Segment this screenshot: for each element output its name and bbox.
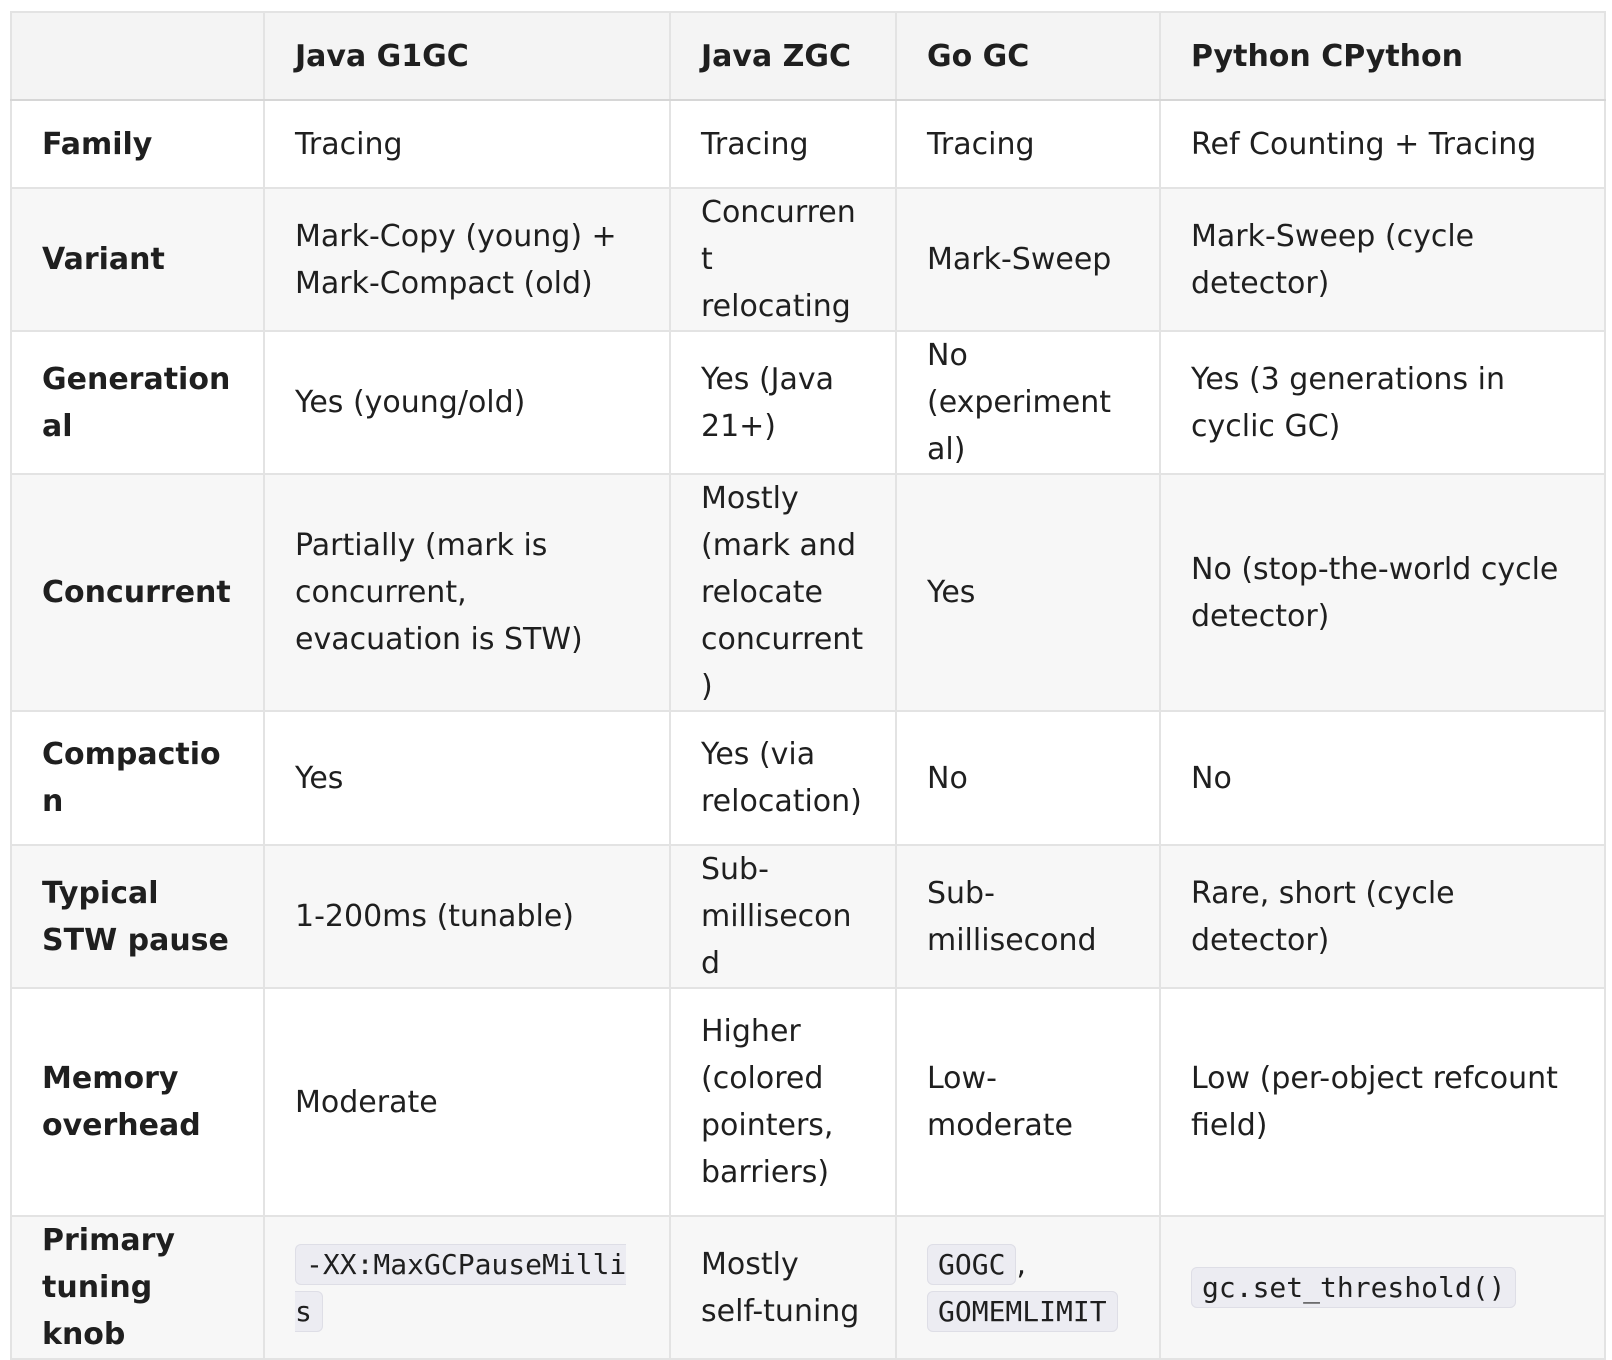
code-separator: , [1016,1246,1026,1282]
row-compaction: Compaction Yes Yes (via relocation) No N… [10,710,1606,846]
cell-variant-zgc: Concurrent relocating [669,187,897,332]
header-row: Java G1GC Java ZGC Go GC Python CPython [10,11,1606,101]
cell-concurrent-g1gc: Partially (mark is concurrent, evacuatio… [263,473,671,712]
cell-tuning-go: GOGC, GOMEMLIMIT [895,1215,1161,1360]
row-tuning-knob: Primary tuning knob -XX:MaxGCPauseMillis… [10,1215,1606,1360]
code-gomemlimit: GOMEMLIMIT [927,1290,1118,1332]
header-empty [10,11,265,101]
cell-pause-g1gc: 1-200ms (tunable) [263,844,671,989]
cell-variant-g1gc: Mark-Copy (young) + Mark-Compact (old) [263,187,671,332]
cell-tuning-python: gc.set_threshold() [1159,1215,1606,1360]
code-gogc: GOGC [927,1243,1017,1285]
row-label-generational: Generational [10,330,265,475]
cell-memory-zgc: Higher (colored pointers, barriers) [669,987,897,1217]
header-java-zgc: Java ZGC [669,11,897,101]
cell-family-zgc: Tracing [669,99,897,189]
cell-concurrent-zgc: Mostly (mark and relocate concurrent) [669,473,897,712]
row-label-memory-overhead: Memory overhead [10,987,265,1217]
row-label-family: Family [10,99,265,189]
row-label-stw-pause: Typical STW pause [10,844,265,989]
code-max-gc-pause-millis: -XX:MaxGCPauseMillis [295,1243,627,1332]
header-python-cpython: Python CPython [1159,11,1606,101]
cell-compaction-go: No [895,710,1161,846]
row-concurrent: Concurrent Partially (mark is concurrent… [10,473,1606,712]
cell-generational-g1gc: Yes (young/old) [263,330,671,475]
cell-concurrent-go: Yes [895,473,1161,712]
cell-pause-python: Rare, short (cycle detector) [1159,844,1606,989]
row-label-compaction: Compaction [10,710,265,846]
cell-concurrent-python: No (stop-the-world cycle detector) [1159,473,1606,712]
cell-variant-go: Mark-Sweep [895,187,1161,332]
gc-comparison-table: Java G1GC Java ZGC Go GC Python CPython … [10,11,1606,1360]
cell-memory-go: Low-moderate [895,987,1161,1217]
row-label-concurrent: Concurrent [10,473,265,712]
cell-family-go: Tracing [895,99,1161,189]
comparison-table-wrapper: Java G1GC Java ZGC Go GC Python CPython … [10,11,1606,1360]
cell-family-g1gc: Tracing [263,99,671,189]
cell-pause-zgc: Sub-millisecond [669,844,897,989]
row-family: Family Tracing Tracing Tracing Ref Count… [10,99,1606,189]
row-label-variant: Variant [10,187,265,332]
row-variant: Variant Mark-Copy (young) + Mark-Compact… [10,187,1606,332]
cell-compaction-python: No [1159,710,1606,846]
row-label-tuning-knob: Primary tuning knob [10,1215,265,1360]
cell-variant-python: Mark-Sweep (cycle detector) [1159,187,1606,332]
cell-generational-zgc: Yes (Java 21+) [669,330,897,475]
header-java-g1gc: Java G1GC [263,11,671,101]
cell-tuning-g1gc: -XX:MaxGCPauseMillis [263,1215,671,1360]
cell-memory-g1gc: Moderate [263,987,671,1217]
cell-generational-go: No (experimental) [895,330,1161,475]
header-go-gc: Go GC [895,11,1161,101]
cell-family-python: Ref Counting + Tracing [1159,99,1606,189]
row-generational: Generational Yes (young/old) Yes (Java 2… [10,330,1606,475]
row-memory-overhead: Memory overhead Moderate Higher (colored… [10,987,1606,1217]
row-stw-pause: Typical STW pause 1-200ms (tunable) Sub-… [10,844,1606,989]
cell-memory-python: Low (per-object refcount field) [1159,987,1606,1217]
cell-generational-python: Yes (3 generations in cyclic GC) [1159,330,1606,475]
cell-pause-go: Sub-millisecond [895,844,1161,989]
code-gc-set-threshold: gc.set_threshold() [1191,1267,1517,1308]
cell-compaction-zgc: Yes (via relocation) [669,710,897,846]
cell-tuning-zgc: Mostly self-tuning [669,1215,897,1360]
cell-compaction-g1gc: Yes [263,710,671,846]
